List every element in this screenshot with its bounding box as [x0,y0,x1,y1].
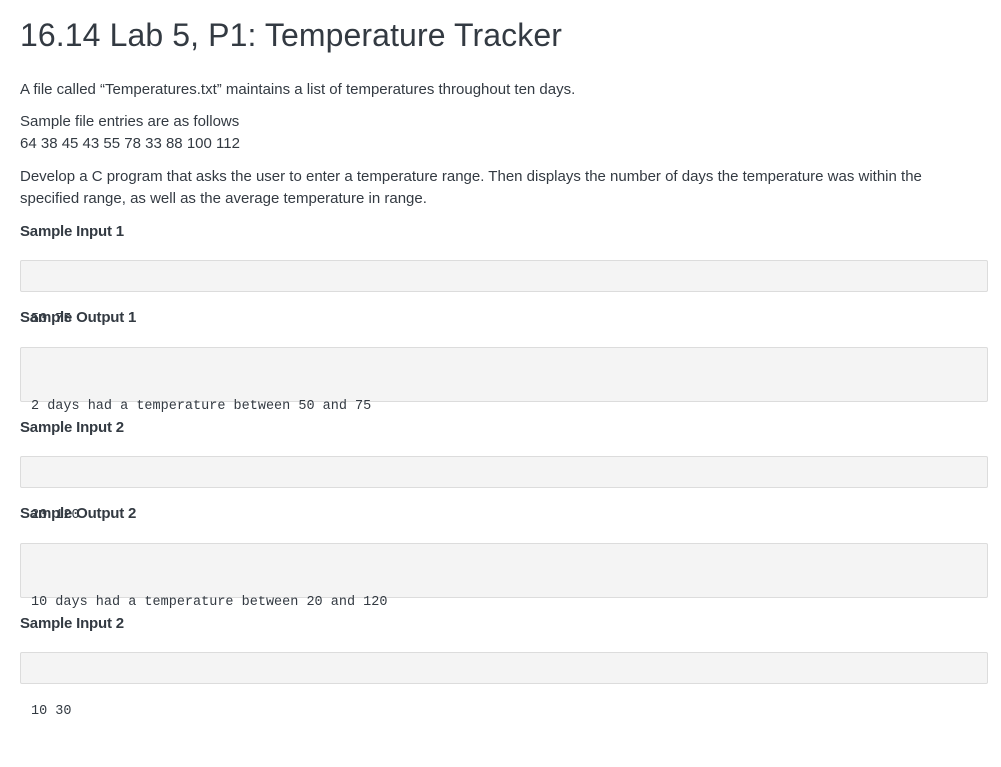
sample-input-2-block: 20 120 [20,456,988,523]
code-line: 50 75 [31,312,72,327]
sample-input-3-block: 10 30 [20,652,988,719]
sample-output-1-block: 2 days had a temperature between 50 and … [20,347,988,480]
sample-input-3-heading: Sample Input 2 [20,615,124,632]
intro-text: A file called “Temperatures.txt” maintai… [20,81,576,98]
sample-input-2-heading: Sample Input 2 [20,419,124,436]
description-text: Develop a C program that asks the user t… [20,168,922,207]
sample-output-2-block: 10 days had a temperature between 20 and… [20,543,988,676]
sample-input-1-heading: Sample Input 1 [20,223,124,240]
sample-input-1-block: 50 75 [20,260,988,327]
sample-file-label: Sample file entries are as follows [20,113,240,130]
sample-file-entries: 64 38 45 43 55 78 33 88 100 112 [20,135,240,152]
code-line: 20 120 [31,508,80,523]
page-title: 16.14 Lab 5, P1: Temperature Tracker [20,17,562,53]
sample-output-1-heading: Sample Output 1 [20,309,137,326]
code-line: 10 30 [31,704,72,719]
code-line: 10 days had a temperature between 20 and… [31,595,388,610]
code-line: 2 days had a temperature between 50 and … [31,399,372,414]
sample-output-2-heading: Sample Output 2 [20,505,137,522]
